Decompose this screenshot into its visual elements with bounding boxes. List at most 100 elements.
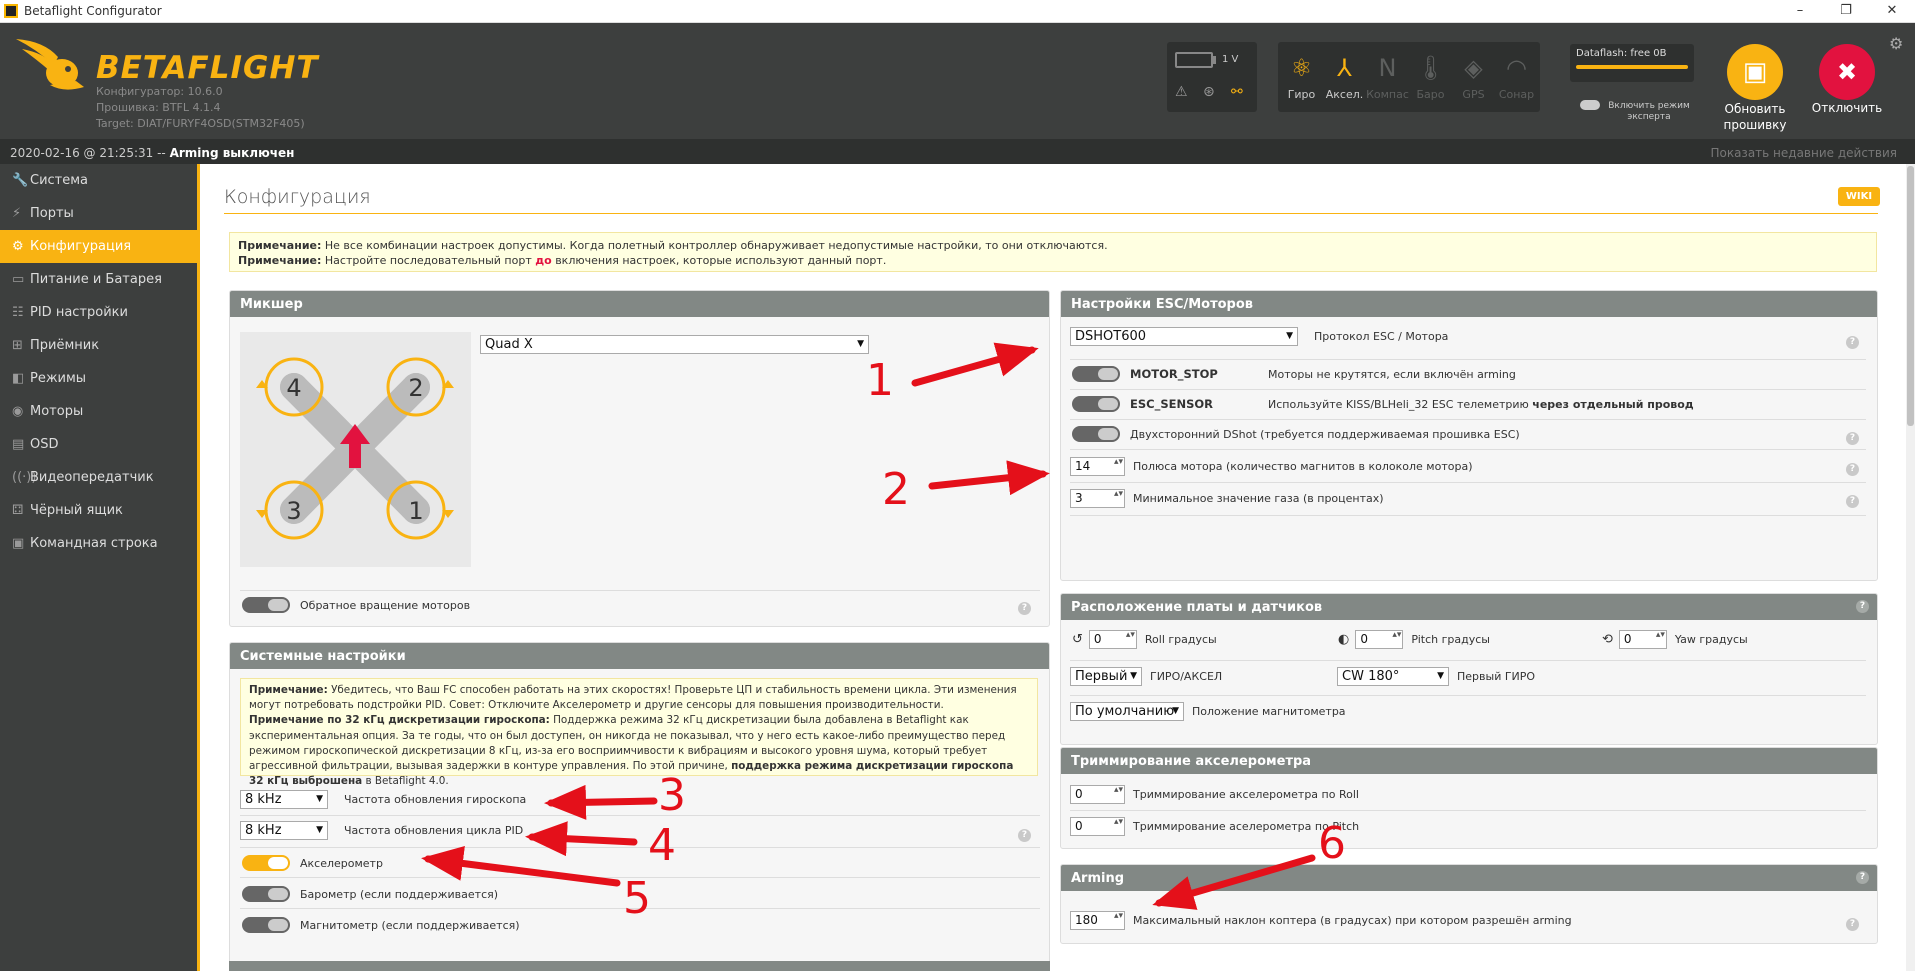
help-icon[interactable]: ?: [1856, 871, 1869, 884]
motor-label: 1: [408, 497, 423, 525]
acc-trim-roll-input[interactable]: 0: [1070, 785, 1125, 804]
barometer-toggle[interactable]: [242, 886, 290, 902]
sidebar-item-cli[interactable]: ▣ Командная строка: [0, 527, 197, 560]
target-board: Target: DIAT/FURYF4OSD(STM32F405): [96, 117, 305, 130]
top-note: Примечание: Не все комбинации настроек д…: [229, 232, 1877, 272]
update-firmware-label: Обновить прошивку: [1723, 102, 1787, 132]
maximize-button[interactable]: ❐: [1823, 0, 1869, 23]
yaw-icon: ⟲: [1602, 632, 1613, 647]
esc-sensor-desc: Используйте KISS/BLHeli_32 ESC телеметри…: [1268, 397, 1529, 411]
vtx-icon: ((·)): [12, 470, 37, 485]
max-arm-angle-input[interactable]: 180: [1070, 911, 1125, 930]
motor-stop-toggle[interactable]: [1072, 366, 1120, 382]
arming-title: Arming: [1061, 865, 1877, 891]
wiki-button[interactable]: WIKI: [1838, 187, 1880, 206]
disconnect-label: Отключить: [1811, 101, 1883, 115]
motor-label: 4: [286, 374, 301, 402]
settings-gear-icon[interactable]: ⚙: [1889, 34, 1903, 53]
accel-icon: ⅄: [1337, 54, 1352, 82]
annotation-4: 4: [648, 820, 676, 871]
gyro-select-label: ГИРО/АКСЕЛ: [1150, 670, 1223, 683]
sidebar-item-blackbox[interactable]: ⚃ Чёрный ящик: [0, 494, 197, 527]
battery-icon: ▭: [12, 272, 25, 287]
help-icon[interactable]: ?: [1846, 432, 1859, 445]
sidebar-item-vtx[interactable]: ((·)) Видеопередатчик: [0, 461, 197, 494]
gyro-select[interactable]: Первый: [1070, 667, 1142, 686]
esc-protocol-label: Протокол ESC / Мотора: [1314, 330, 1449, 343]
disconnect-button[interactable]: ✖: [1819, 44, 1875, 100]
motor-label: 3: [286, 497, 301, 525]
accelerometer-toggle[interactable]: [242, 855, 290, 871]
battery-icon: [1175, 52, 1213, 68]
help-icon[interactable]: ?: [1846, 463, 1859, 476]
next-panel-header: [229, 961, 1050, 971]
motor-stop-desc: Моторы не крутятся, если включён arming: [1268, 367, 1516, 381]
battery-panel: 1 V ⚠ ⊛ ⚯: [1167, 42, 1257, 112]
acc-trim-pitch-input[interactable]: 0: [1070, 817, 1125, 836]
esc-sensor-toggle[interactable]: [1072, 396, 1120, 412]
annotation-5: 5: [623, 873, 651, 924]
close-button[interactable]: ✕: [1869, 0, 1915, 23]
sidebar-item-power[interactable]: ▭ Питание и Батарея: [0, 263, 197, 296]
sensor-panel: ⚛ Гиро ⅄ Аксел. N Компас 🌡 Баро ◈ GPS ◠ Сонар: [1278, 42, 1540, 112]
update-firmware-button[interactable]: ▣: [1727, 44, 1783, 100]
esc-title: Настройки ESC/Моторов: [1061, 291, 1877, 317]
annotation-2: 2: [882, 464, 910, 515]
page-title: Конфигурация: [224, 186, 371, 208]
board-roll-label: Roll градусы: [1144, 633, 1217, 646]
system-title: Системные настройки: [230, 643, 1049, 669]
board-pitch-input[interactable]: 0: [1355, 630, 1404, 649]
min-throttle-input[interactable]: 3: [1070, 489, 1125, 508]
magnetometer-label: Магнитометр (если поддерживается): [300, 918, 520, 932]
board-pitch-label: Pitch градусы: [1411, 633, 1490, 646]
annotation-6: 6: [1318, 818, 1346, 869]
magnetometer-toggle[interactable]: [242, 917, 290, 933]
expert-mode-toggle[interactable]: [1580, 100, 1600, 110]
pid-rate-select[interactable]: 8 kHz: [240, 821, 328, 840]
show-recent-actions-link[interactable]: Показать недавние действия: [1710, 146, 1897, 160]
gyro-rate-select[interactable]: 8 kHz: [240, 790, 328, 809]
board-yaw-input[interactable]: 0: [1618, 630, 1667, 649]
quad-x-diagram: 4 2 3 1: [240, 332, 471, 567]
scrollbar-track[interactable]: [1906, 164, 1915, 971]
roll-icon: ↺: [1072, 632, 1083, 647]
sidebar-item-receiver[interactable]: ⊞ Приёмник: [0, 329, 197, 362]
reverse-motors-toggle[interactable]: [242, 597, 290, 613]
bidir-dshot-toggle[interactable]: [1072, 426, 1120, 442]
accelerometer-label: Акселерометр: [300, 856, 383, 870]
blackbox-icon: ⚃: [12, 503, 24, 518]
sidebar-item-pid[interactable]: ☷ PID настройки: [0, 296, 197, 329]
sensor-compass: N Компас: [1366, 42, 1409, 112]
dataflash-status: Dataflash: free 0B: [1570, 44, 1694, 82]
compass-icon: N: [1378, 54, 1397, 82]
sensor-gyro: ⚛ Гиро: [1280, 42, 1323, 112]
help-icon[interactable]: ?: [1018, 602, 1031, 615]
minimize-button[interactable]: –: [1777, 0, 1823, 23]
sidebar-item-system[interactable]: 🔧 Система: [0, 164, 197, 197]
scrollbar-thumb[interactable]: [1907, 166, 1914, 426]
mag-alignment-label: Положение магнитометра: [1192, 705, 1346, 718]
help-icon[interactable]: ?: [1846, 495, 1859, 508]
sidebar-item-modes[interactable]: ◧ Режимы: [0, 362, 197, 395]
sidebar-item-configuration[interactable]: ⚙ Конфигурация: [0, 230, 197, 263]
gyro-alignment-select[interactable]: CW 180°: [1337, 667, 1449, 686]
sidebar-item-osd[interactable]: ▤ OSD: [0, 428, 197, 461]
help-icon[interactable]: ?: [1856, 600, 1869, 613]
warning-icon: ⚠: [1175, 84, 1188, 100]
esc-protocol-select[interactable]: DSHOT600: [1070, 327, 1298, 346]
mixer-type-select[interactable]: Quad X: [480, 335, 869, 354]
help-icon[interactable]: ?: [1018, 829, 1031, 842]
barometer-label: Барометр (если поддерживается): [300, 887, 499, 901]
board-roll-input[interactable]: 0: [1088, 630, 1137, 649]
bidir-dshot-label: Двухсторонний DShot (требуется поддержив…: [1130, 427, 1520, 441]
motor-stop-name: MOTOR_STOP: [1130, 367, 1218, 381]
configurator-version: Конфигуратор: 10.6.0: [96, 85, 223, 98]
mag-alignment-select[interactable]: По умолчанию: [1070, 702, 1184, 721]
usb-disconnect-icon: ✖: [1836, 58, 1858, 86]
help-icon[interactable]: ?: [1846, 918, 1859, 931]
sidebar-item-motors[interactable]: ◉ Моторы: [0, 395, 197, 428]
help-icon[interactable]: ?: [1846, 336, 1859, 349]
motor-poles-input[interactable]: 14: [1070, 457, 1125, 476]
sidebar-item-ports[interactable]: ⚡ Порты: [0, 197, 197, 230]
gyro-icon: ⚛: [1290, 54, 1313, 82]
